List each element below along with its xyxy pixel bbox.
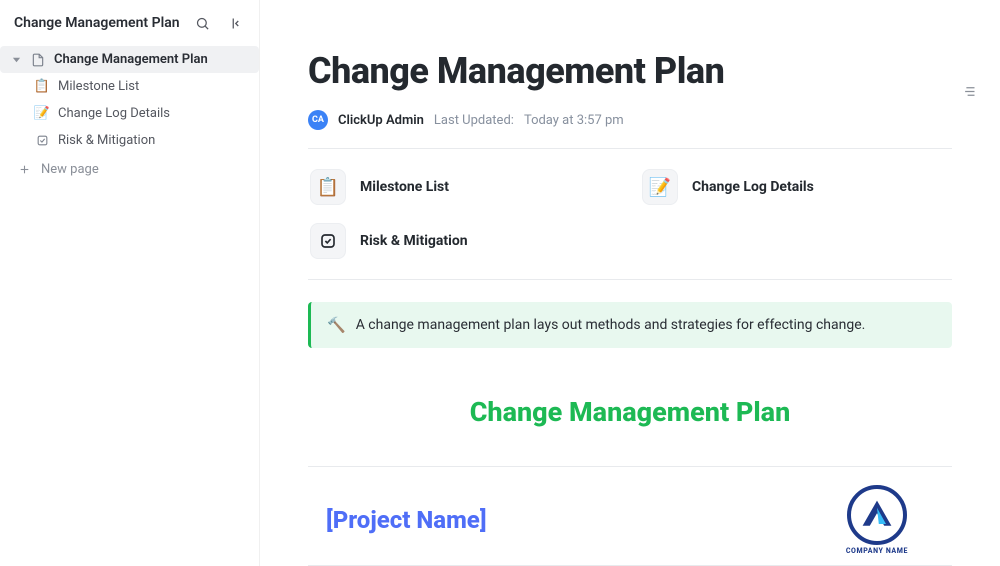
updated-value: Today at 3:57 pm bbox=[524, 113, 624, 128]
search-icon[interactable] bbox=[191, 12, 213, 34]
sidebar-title: Change Management Plan bbox=[14, 15, 181, 31]
clipboard-icon: 📋 bbox=[310, 169, 346, 205]
callout: 🔨 A change management plan lays out meth… bbox=[308, 302, 952, 348]
toc-icon[interactable] bbox=[958, 80, 980, 102]
section-heading: Change Management Plan bbox=[308, 396, 952, 428]
card-changelog[interactable]: 📝 Change Log Details bbox=[640, 165, 952, 209]
card-label: Change Log Details bbox=[692, 179, 814, 195]
new-page-button[interactable]: New page bbox=[0, 154, 259, 185]
sidebar-header: Change Management Plan bbox=[0, 0, 259, 44]
subpage-cards: 📋 Milestone List 📝 Change Log Details Ri… bbox=[308, 149, 952, 279]
page-meta: CA ClickUp Admin Last Updated: Today at … bbox=[308, 110, 952, 130]
author-name[interactable]: ClickUp Admin bbox=[338, 113, 424, 128]
checkbox-icon bbox=[310, 223, 346, 259]
callout-text: A change management plan lays out method… bbox=[356, 317, 866, 333]
card-label: Risk & Mitigation bbox=[360, 233, 468, 249]
collapse-sidebar-icon[interactable] bbox=[223, 12, 245, 34]
tree-item-changelog[interactable]: 📝 Change Log Details bbox=[0, 100, 259, 127]
tree-item-label: Risk & Mitigation bbox=[58, 133, 155, 148]
logo-mark bbox=[847, 485, 907, 545]
company-logo: COMPANY NAME bbox=[846, 485, 908, 555]
new-page-label: New page bbox=[41, 162, 99, 177]
tree-item-label: Change Log Details bbox=[58, 106, 170, 121]
document-icon bbox=[30, 53, 46, 67]
logo-caption: COMPANY NAME bbox=[846, 547, 908, 555]
project-row: [Project Name] COMPANY NAME bbox=[308, 467, 952, 565]
card-milestone[interactable]: 📋 Milestone List bbox=[308, 165, 620, 209]
sidebar: Change Management Plan Change Management… bbox=[0, 0, 260, 566]
page-title: Change Management Plan bbox=[308, 50, 952, 92]
memo-icon: 📝 bbox=[34, 106, 50, 121]
tree-item-root[interactable]: Change Management Plan bbox=[0, 46, 259, 73]
tree-item-risk[interactable]: Risk & Mitigation bbox=[0, 127, 259, 154]
caret-down-icon[interactable] bbox=[10, 55, 22, 64]
checkbox-icon bbox=[34, 134, 50, 147]
hammer-icon: 🔨 bbox=[327, 316, 346, 334]
card-label: Milestone List bbox=[360, 179, 449, 195]
page-tree: Change Management Plan 📋 Milestone List … bbox=[0, 44, 259, 154]
main-content: Change Management Plan CA ClickUp Admin … bbox=[260, 0, 1000, 566]
memo-icon: 📝 bbox=[642, 169, 678, 205]
clipboard-icon: 📋 bbox=[34, 79, 50, 94]
divider bbox=[308, 279, 952, 280]
tree-item-label: Change Management Plan bbox=[54, 52, 208, 67]
tree-item-milestone[interactable]: 📋 Milestone List bbox=[0, 73, 259, 100]
project-name-placeholder[interactable]: [Project Name] bbox=[326, 506, 487, 534]
updated-label: Last Updated: bbox=[434, 113, 514, 128]
avatar[interactable]: CA bbox=[308, 110, 328, 130]
card-risk[interactable]: Risk & Mitigation bbox=[308, 219, 620, 263]
plus-icon bbox=[18, 163, 31, 176]
tree-item-label: Milestone List bbox=[58, 79, 139, 94]
